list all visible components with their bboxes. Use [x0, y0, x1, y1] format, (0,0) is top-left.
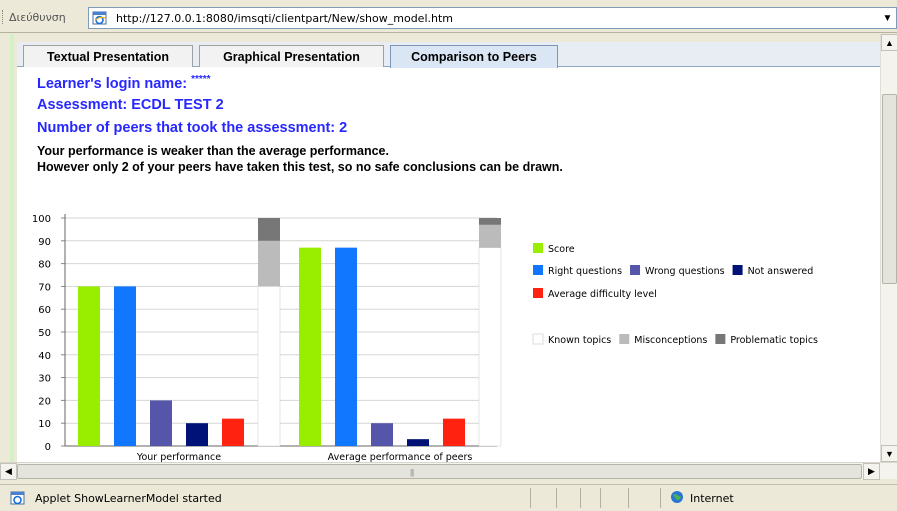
bar-right-questions — [114, 286, 136, 446]
bar-misconceptions — [258, 240, 280, 287]
bar-average-difficulty — [443, 418, 465, 446]
peers-value: 2 — [339, 120, 348, 136]
y-tick-label: 40 — [38, 351, 51, 362]
status-bar: Applet ShowLearnerModel started Internet — [0, 484, 897, 511]
address-label: Διεύθυνση — [9, 11, 66, 24]
login-label: Learner's login name: — [37, 75, 188, 92]
bar-not-answered — [407, 439, 429, 446]
bar-known-topics — [478, 247, 502, 447]
legend-known-topics-swatch — [532, 333, 544, 345]
status-divider — [660, 488, 661, 508]
arrow-left-icon[interactable]: ◀ — [0, 463, 17, 480]
tab-comparison-to-peers[interactable]: Comparison to Peers — [390, 45, 558, 68]
bar-known-topics — [257, 286, 281, 447]
legend-average-difficulty-label: Average difficulty level — [548, 289, 657, 300]
show-learner-model-applet: Textual Presentation Graphical Presentat… — [17, 42, 880, 462]
legend-score-label: Score — [548, 244, 575, 255]
toolbar-grip[interactable] — [2, 10, 4, 24]
comparison-chart: 0 10 20 30 40 50 60 70 80 90 100 Your performance Av… — [32, 214, 818, 462]
bar-score — [78, 286, 100, 446]
address-field[interactable]: http://127.0.0.1:8080/imsqti/clientpart/… — [88, 7, 897, 29]
status-divider — [530, 488, 531, 508]
legend-wrong-questions-swatch — [630, 265, 641, 275]
vertical-scrollbar[interactable]: ▲ ▼ — [880, 34, 897, 462]
browser-window: Διεύθυνση http://127.0.0.1:8080/imsqti/c… — [0, 0, 897, 511]
tab-label: Comparison to Peers — [411, 50, 537, 64]
internet-globe-icon — [671, 491, 683, 503]
caution-message: However only 2 of your peers have taken … — [37, 160, 563, 174]
assessment-label: Assessment: — [37, 97, 128, 113]
grip-icon: ||| — [410, 468, 414, 477]
legend-known-topics-label: Known topics — [548, 335, 611, 346]
y-tick-label: 100 — [32, 214, 51, 225]
y-tick-label: 90 — [38, 237, 51, 248]
bar-not-answered — [186, 423, 208, 446]
y-tick-label: 10 — [38, 419, 51, 430]
status-text: Applet ShowLearnerModel started — [35, 492, 222, 505]
ie-page-icon — [92, 11, 107, 25]
url-text[interactable]: http://127.0.0.1:8080/imsqti/clientpart/… — [116, 12, 453, 25]
arrow-down-icon[interactable]: ▼ — [881, 445, 897, 462]
status-divider — [580, 488, 581, 508]
bar-wrong-questions — [371, 423, 393, 446]
legend-not-answered-label: Not answered — [748, 266, 814, 277]
legend-not-answered-swatch — [732, 265, 743, 275]
legend-wrong-questions-label: Wrong questions — [645, 266, 725, 277]
y-tick-label: 80 — [38, 260, 51, 271]
browser-content: Textual Presentation Graphical Presentat… — [0, 34, 897, 462]
y-tick-label: 50 — [38, 328, 51, 339]
status-divider — [600, 488, 601, 508]
tab-label: Textual Presentation — [46, 49, 170, 64]
peers-label: Number of peers that took the assessment… — [37, 120, 336, 136]
legend-average-difficulty-swatch — [533, 288, 543, 298]
tab-graphical-presentation[interactable]: Graphical Presentation — [199, 45, 384, 67]
x-category-label: Your performance — [136, 452, 221, 462]
legend-misconceptions-swatch — [619, 334, 630, 344]
legend-score-swatch — [533, 243, 543, 253]
legend-right-questions-swatch — [533, 265, 543, 275]
y-tick-label: 0 — [45, 442, 51, 453]
horizontal-scroll-thumb[interactable]: ||| — [17, 464, 862, 479]
assessment-line: Assessment: ECDL TEST 2 — [37, 97, 224, 113]
arrow-up-icon[interactable]: ▲ — [881, 34, 897, 51]
bar-wrong-questions — [150, 400, 172, 446]
y-tick-label: 70 — [38, 282, 51, 293]
bar-average-difficulty — [222, 418, 244, 446]
assessment-value: ECDL TEST 2 — [131, 97, 224, 113]
y-tick-label: 20 — [38, 396, 51, 407]
page-left-border — [10, 34, 14, 462]
legend-right-questions-label: Right questions — [548, 266, 622, 277]
address-toolbar: Διεύθυνση http://127.0.0.1:8080/imsqti/c… — [0, 0, 897, 33]
tab-bar: Textual Presentation Graphical Presentat… — [17, 42, 880, 68]
bar-misconceptions — [479, 224, 501, 248]
y-tick-label: 30 — [38, 374, 51, 385]
login-line: Learner's login name: ***** — [37, 74, 211, 92]
bar-problematic-topics — [258, 218, 280, 241]
y-tick-label: 60 — [38, 305, 51, 316]
legend-misconceptions-label: Misconceptions — [634, 335, 707, 346]
comparison-panel: Learner's login name: ***** Assessment: EC… — [17, 68, 880, 462]
security-zone-text: Internet — [690, 492, 734, 505]
horizontal-scrollbar[interactable]: ◀ ||| ▶ — [0, 462, 897, 480]
legend-problematic-topics-label: Problematic topics — [730, 335, 818, 346]
bar-right-questions — [335, 247, 357, 446]
legend-problematic-topics-swatch — [715, 334, 726, 344]
x-category-label: Average performance of peers — [328, 452, 473, 462]
status-divider — [556, 488, 557, 508]
bar-score — [299, 247, 321, 446]
ie-page-icon — [10, 491, 25, 505]
status-divider — [628, 488, 629, 508]
login-value: ***** — [191, 74, 211, 85]
bar-problematic-topics — [479, 218, 501, 225]
peers-line: Number of peers that took the assessment… — [37, 120, 347, 136]
vertical-scroll-thumb[interactable] — [882, 94, 897, 284]
tab-textual-presentation[interactable]: Textual Presentation — [23, 45, 193, 67]
performance-message: Your performance is weaker than the aver… — [37, 144, 389, 158]
chevron-down-icon[interactable]: ▼ — [879, 8, 896, 28]
arrow-right-icon[interactable]: ▶ — [863, 463, 880, 480]
tab-label: Graphical Presentation — [223, 49, 360, 64]
